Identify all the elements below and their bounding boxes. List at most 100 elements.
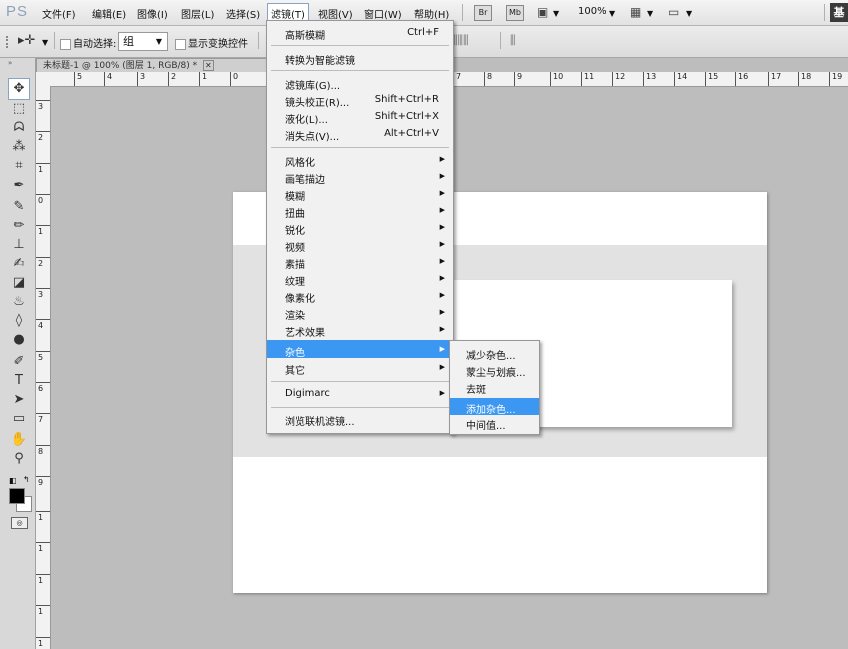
- zoom-level[interactable]: 100%: [578, 6, 607, 17]
- show-transform-checkbox[interactable]: [175, 38, 186, 50]
- menu-item-digimarc[interactable]: Digimarc: [285, 388, 330, 399]
- ruler-tick: [36, 413, 50, 414]
- menu-item-stylize[interactable]: 风格化: [285, 154, 315, 169]
- chevron-down-icon[interactable]: ▼: [647, 9, 653, 18]
- menu-item-noise[interactable]: 杂色 ▶: [267, 340, 453, 359]
- ruler-label: 0: [38, 196, 44, 205]
- auto-select-option[interactable]: 自动选择:: [60, 35, 116, 50]
- hand-tool-icon[interactable]: ✋: [9, 430, 29, 450]
- menu-image[interactable]: 图像(I): [137, 6, 168, 21]
- path-select-tool-icon[interactable]: ➤: [9, 390, 29, 410]
- move-tool-icon[interactable]: ▸✛: [18, 33, 35, 48]
- menu-item-browse-online[interactable]: 浏览联机滤镜...: [285, 413, 355, 428]
- submenu-arrow-icon: ▶: [439, 325, 445, 333]
- menu-item-video[interactable]: 视频: [285, 239, 305, 254]
- menu-window[interactable]: 窗口(W): [364, 6, 402, 21]
- shortcut-vanishing-point: Alt+Ctrl+V: [384, 128, 439, 139]
- menu-item-distort[interactable]: 扭曲: [285, 205, 305, 220]
- menu-item-vanishing-point[interactable]: 消失点(V)...: [285, 128, 339, 143]
- dodge-tool-icon[interactable]: ●: [9, 330, 29, 350]
- grip-handle[interactable]: [6, 36, 12, 48]
- pen-tool-icon[interactable]: ✐: [9, 352, 29, 372]
- ruler-label: 1: [38, 544, 44, 553]
- chevron-down-icon[interactable]: ▼: [686, 9, 692, 18]
- eraser-tool-icon[interactable]: ◪: [9, 273, 29, 293]
- menu-item-brush-strokes[interactable]: 画笔描边: [285, 171, 325, 186]
- menu-item-lens-correction[interactable]: 镜头校正(R)...: [285, 94, 349, 109]
- menu-item-sharpen[interactable]: 锐化: [285, 222, 305, 237]
- menu-item-pixelate[interactable]: 像素化: [285, 290, 315, 305]
- show-transform-option[interactable]: 显示变换控件: [175, 35, 248, 50]
- menu-item-last-filter[interactable]: 高斯模糊: [285, 27, 325, 42]
- menu-item-other[interactable]: 其它: [285, 362, 305, 377]
- marquee-tool-icon[interactable]: ⬚: [9, 99, 29, 119]
- eyedropper-tool-icon[interactable]: ✒: [9, 176, 29, 196]
- healing-brush-tool-icon[interactable]: ✎: [9, 197, 29, 217]
- submenu-item-median[interactable]: 中间值...: [466, 417, 506, 432]
- menu-help[interactable]: 帮助(H): [414, 6, 449, 21]
- arrange-documents-icon[interactable]: ▦: [630, 5, 641, 19]
- submenu-arrow-icon: ▶: [439, 206, 445, 214]
- default-colors-icon[interactable]: ◧: [9, 476, 17, 485]
- clone-stamp-tool-icon[interactable]: ⊥: [9, 235, 29, 255]
- menu-view[interactable]: 视图(V): [318, 6, 353, 21]
- filter-menu: 高斯模糊 Ctrl+F 转换为智能滤镜 滤镜库(G)... 镜头校正(R)...…: [266, 20, 454, 434]
- menu-item-blur[interactable]: 模糊: [285, 188, 305, 203]
- submenu-arrow-icon: ▶: [439, 257, 445, 265]
- screen-mode-icon[interactable]: ▭: [668, 5, 679, 19]
- chevron-down-icon: ▼: [155, 37, 162, 46]
- mini-bridge-button[interactable]: Mb: [506, 5, 524, 21]
- ruler-tick: [829, 72, 830, 86]
- quick-mask-icon[interactable]: ◎: [11, 517, 28, 529]
- crop-tool-icon[interactable]: ⌗: [9, 156, 29, 176]
- submenu-item-dust-scratches[interactable]: 蒙尘与划痕...: [466, 364, 526, 379]
- submenu-arrow-icon: ▶: [439, 389, 445, 397]
- ruler-tick: [581, 72, 582, 86]
- menu-item-noise-label: 杂色: [285, 348, 305, 359]
- move-tool-icon[interactable]: ✥: [8, 78, 30, 100]
- menu-edit[interactable]: 编辑(E): [92, 6, 126, 21]
- submenu-item-add-noise[interactable]: 添加杂色...: [450, 398, 539, 416]
- menu-item-render[interactable]: 渲染: [285, 307, 305, 322]
- rectangle-tool-icon[interactable]: ▭: [9, 409, 29, 429]
- menu-file[interactable]: 文件(F): [42, 6, 76, 21]
- menu-select[interactable]: 选择(S): [226, 6, 260, 21]
- brush-tool-icon[interactable]: ✏: [9, 216, 29, 236]
- screen-layout-icon[interactable]: ▣: [537, 5, 548, 19]
- menu-item-convert-smart-filter[interactable]: 转换为智能滤镜: [285, 52, 355, 67]
- menu-item-filter-gallery[interactable]: 滤镜库(G)...: [285, 77, 340, 92]
- options-separator: [54, 32, 55, 49]
- type-tool-icon[interactable]: T: [9, 371, 29, 391]
- chevron-down-icon[interactable]: ▼: [609, 9, 615, 18]
- close-icon[interactable]: ✕: [203, 60, 214, 71]
- distribute-icons[interactable]: ⫼⫼⫼: [452, 33, 469, 48]
- document-tab[interactable]: 未标题-1 @ 100% (图层 1, RGB/8) * ✕: [36, 58, 268, 73]
- auto-select-checkbox[interactable]: [60, 38, 71, 50]
- submenu-item-despeckle[interactable]: 去斑: [466, 381, 486, 396]
- collapse-icon[interactable]: »: [8, 59, 12, 67]
- submenu-item-reduce-noise[interactable]: 减少杂色...: [466, 347, 516, 362]
- menu-item-texture[interactable]: 纹理: [285, 273, 305, 288]
- zoom-tool-icon[interactable]: ⚲: [9, 449, 29, 469]
- options-separator: [500, 32, 501, 49]
- ruler-tick: [36, 511, 50, 512]
- swap-colors-icon[interactable]: ↰: [23, 475, 30, 484]
- quick-select-tool-icon[interactable]: ⁂: [9, 137, 29, 157]
- menu-item-sketch[interactable]: 素描: [285, 256, 305, 271]
- menu-item-artistic[interactable]: 艺术效果: [285, 324, 325, 339]
- history-brush-tool-icon[interactable]: ✍: [9, 254, 29, 274]
- blur-tool-icon[interactable]: ◊: [9, 311, 29, 331]
- paint-bucket-tool-icon[interactable]: ♨: [9, 292, 29, 312]
- menu-layer[interactable]: 图层(L): [181, 6, 214, 21]
- bridge-button[interactable]: Br: [474, 5, 492, 21]
- auto-align-icon[interactable]: ⫼: [510, 33, 516, 48]
- ruler-label: 3: [38, 102, 44, 111]
- ruler-label: 9: [517, 72, 523, 81]
- chevron-down-icon[interactable]: ▼: [42, 38, 48, 47]
- foreground-color-swatch[interactable]: [9, 488, 25, 504]
- menu-item-liquify[interactable]: 液化(L)...: [285, 111, 328, 126]
- lasso-tool-icon[interactable]: ᗣ: [9, 118, 29, 138]
- chevron-down-icon[interactable]: ▼: [553, 9, 559, 18]
- auto-select-dropdown[interactable]: 组 ▼: [118, 32, 168, 51]
- workspace-switcher[interactable]: 基: [830, 3, 848, 22]
